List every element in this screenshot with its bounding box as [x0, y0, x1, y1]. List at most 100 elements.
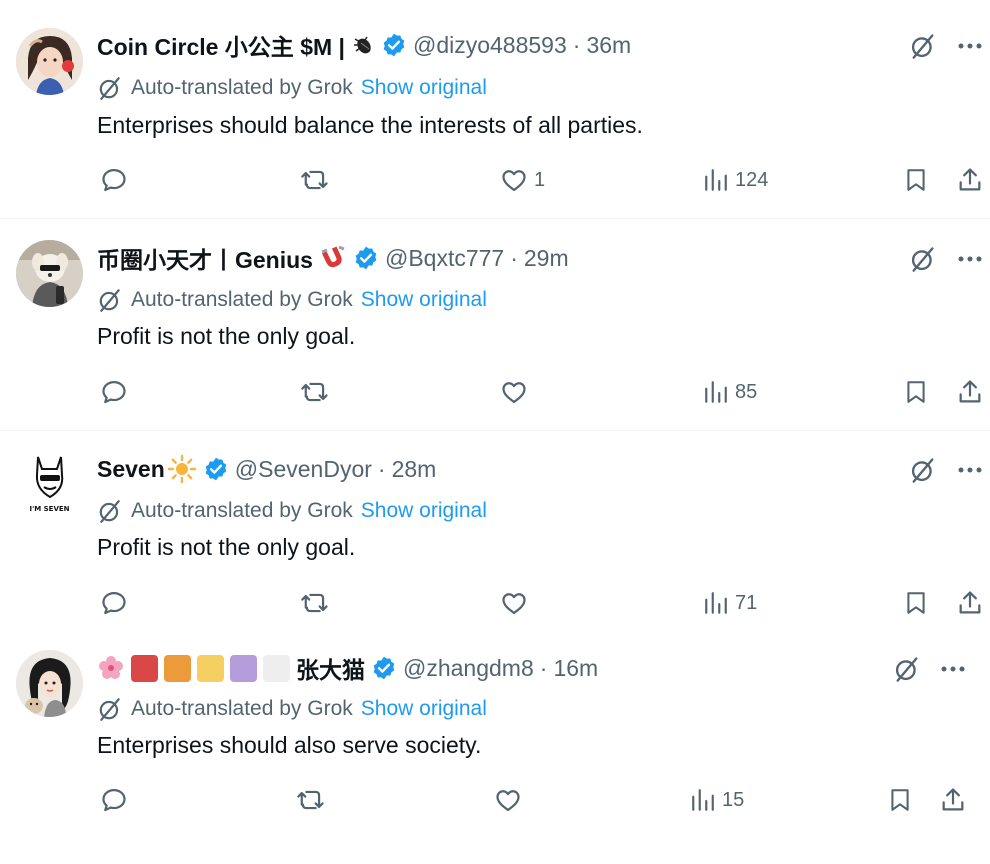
share-button[interactable]: [956, 163, 984, 197]
reply-icon: [102, 168, 126, 192]
bookmark-icon: [907, 169, 925, 191]
grok-icon: [97, 75, 123, 101]
display-name[interactable]: Seven: [97, 456, 165, 483]
heart-icon: [502, 382, 526, 404]
tweet-2[interactable]: 币圈小天才丨Genius @Bqxtc777 · 29m Auto-transl…: [0, 218, 990, 430]
separator-dot: ·: [510, 244, 518, 271]
translation-label: Auto-translated by Grok: [131, 288, 353, 311]
translation-notice: Auto-translated by Grok Show original: [97, 694, 487, 724]
view-count: 15: [722, 788, 745, 811]
timestamp[interactable]: 29m: [524, 245, 569, 272]
avatar[interactable]: [16, 650, 83, 717]
handle[interactable]: @Bqxtc777: [385, 245, 504, 272]
like-button[interactable]: 1: [500, 163, 545, 197]
orange-square-emoji-icon: [164, 654, 191, 682]
translation-notice: Auto-translated by Grok Show original: [97, 496, 487, 526]
action-bar: 71: [0, 586, 990, 620]
views-button[interactable]: 71: [703, 586, 757, 620]
verified-badge-icon: [371, 655, 397, 681]
tweet-4[interactable]: 张大猫 @zhangdm8 · 16m Auto-translated by G…: [0, 637, 990, 864]
retweet-button[interactable]: [300, 375, 336, 409]
more-options-icon[interactable]: [955, 31, 985, 61]
tweet-text: Profit is not the only goal.: [97, 323, 356, 349]
like-button[interactable]: [494, 783, 528, 817]
views-button[interactable]: 15: [690, 783, 744, 817]
display-name[interactable]: Coin Circle 小公主 $M |: [97, 28, 345, 62]
like-button[interactable]: [500, 586, 534, 620]
reply-icon: [102, 788, 126, 812]
separator-dot: ·: [539, 654, 548, 681]
tweet-header: 币圈小天才丨Genius @Bqxtc777 · 29m: [97, 241, 950, 275]
tweet-text: Enterprises should balance the interests…: [97, 112, 643, 138]
heart-icon: [502, 593, 526, 615]
reply-button[interactable]: [100, 375, 134, 409]
bookmark-button[interactable]: [887, 783, 913, 817]
show-original-link[interactable]: Show original: [361, 499, 487, 523]
like-button[interactable]: [500, 375, 534, 409]
tweet-text: Profit is not the only goal.: [97, 534, 356, 560]
timestamp[interactable]: 36m: [586, 32, 631, 59]
grok-icon: [97, 287, 123, 313]
action-bar: 1 124: [0, 163, 990, 197]
show-original-link[interactable]: Show original: [361, 697, 487, 721]
yellow-square-emoji-icon: [197, 654, 224, 682]
cherry-blossom-emoji-icon: [97, 654, 125, 682]
more-options-icon[interactable]: [955, 244, 985, 274]
grok-icon[interactable]: [908, 455, 938, 485]
views-button[interactable]: 85: [703, 375, 757, 409]
views-icon: [705, 592, 727, 614]
bookmark-icon: [907, 592, 925, 614]
retweet-icon: [297, 790, 324, 810]
share-icon: [959, 591, 981, 614]
view-count: 85: [735, 380, 758, 403]
share-icon: [959, 168, 981, 191]
grok-icon[interactable]: [908, 244, 938, 274]
more-options-icon[interactable]: [938, 654, 968, 684]
share-button[interactable]: [956, 375, 984, 409]
heart-icon: [502, 170, 526, 192]
display-name[interactable]: 币圈小天才丨Genius: [97, 241, 313, 275]
grok-icon[interactable]: [892, 654, 922, 684]
retweet-button[interactable]: [296, 783, 332, 817]
bookmark-button[interactable]: [903, 586, 929, 620]
handle[interactable]: @dizyo488593: [413, 32, 567, 59]
avatar[interactable]: [16, 28, 83, 95]
handle[interactable]: @SevenDyor: [235, 456, 372, 483]
views-button[interactable]: 124: [703, 163, 768, 197]
share-button[interactable]: [939, 783, 967, 817]
tweet-header: Seven @SevenDyor · 28m: [97, 452, 950, 486]
separator-dot: ·: [572, 31, 581, 58]
handle[interactable]: @zhangdm8: [403, 655, 534, 682]
retweet-button[interactable]: [300, 163, 336, 197]
show-original-link[interactable]: Show original: [361, 288, 487, 312]
share-button[interactable]: [956, 586, 984, 620]
bookmark-icon: [891, 789, 909, 811]
share-icon: [942, 788, 964, 811]
translation-label: Auto-translated by Grok: [131, 76, 353, 99]
grok-icon[interactable]: [908, 31, 938, 61]
bug-emoji-icon: [351, 33, 375, 57]
views-icon: [705, 169, 727, 191]
more-options-icon[interactable]: [955, 455, 985, 485]
timestamp[interactable]: 28m: [392, 456, 437, 483]
display-name[interactable]: 张大猫: [296, 651, 365, 685]
reply-button[interactable]: [100, 586, 134, 620]
timestamp[interactable]: 16m: [553, 655, 598, 682]
verified-badge-icon: [381, 32, 407, 58]
avatar[interactable]: I'M SEVEN: [16, 451, 83, 518]
svg-text:I'M SEVEN: I'M SEVEN: [29, 505, 69, 513]
view-count: 124: [735, 168, 769, 191]
avatar[interactable]: [16, 240, 83, 307]
views-icon: [705, 381, 727, 403]
retweet-button[interactable]: [300, 586, 336, 620]
translation-notice: Auto-translated by Grok Show original: [97, 73, 487, 103]
tweet-3[interactable]: I'M SEVEN Seven @SevenDyor · 28m Auto-tr…: [0, 430, 990, 637]
bookmark-button[interactable]: [903, 375, 929, 409]
show-original-link[interactable]: Show original: [361, 76, 487, 100]
sun-emoji-icon: [167, 454, 197, 484]
bookmark-button[interactable]: [903, 163, 929, 197]
tweet-1[interactable]: Coin Circle 小公主 $M | @dizyo488593 · 36m …: [0, 0, 990, 218]
reply-button[interactable]: [100, 783, 134, 817]
reply-button[interactable]: [100, 163, 134, 197]
share-icon: [959, 380, 981, 403]
